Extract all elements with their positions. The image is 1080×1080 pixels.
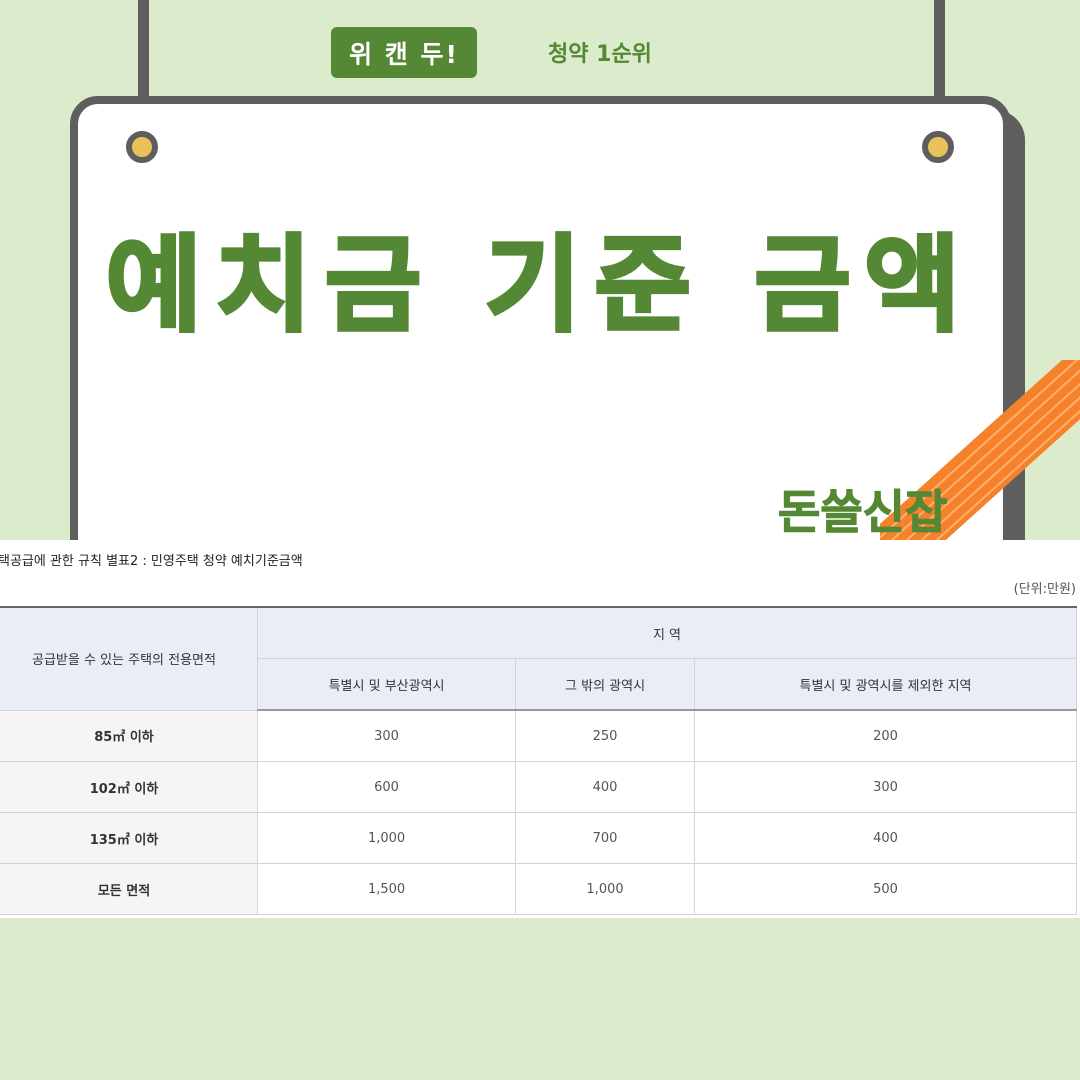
- header-subtitle: 청약 1순위: [548, 42, 652, 67]
- table-cell: 600: [256, 761, 517, 813]
- eyelet-left-icon: [126, 131, 158, 163]
- row-area: 135㎡ 이하: [0, 812, 258, 864]
- table-cell: 700: [515, 812, 695, 864]
- table-cell: 1,000: [515, 863, 695, 915]
- row-area: 102㎡ 이하: [0, 761, 258, 813]
- table-cell: 400: [515, 761, 695, 813]
- table-cell: 250: [515, 709, 695, 762]
- table-row: 85㎡ 이하 300 250 200: [0, 709, 1078, 762]
- table-row: 모든 면적 1,500 1,000 500: [0, 863, 1078, 915]
- table-cell: 400: [693, 812, 1078, 864]
- deposit-table: 공급받을 수 있는 주택의 전용면적 지 역 특별시 및 부산광역시 그 밖의 …: [0, 606, 1078, 915]
- table-cell: 300: [256, 709, 517, 762]
- table-cell: 1,500: [256, 863, 517, 915]
- table-cell: 200: [693, 709, 1078, 762]
- table-panel: 택공급에 관한 규칙 별표2 : 민영주택 청약 예치기준금액 (단위:만원) …: [0, 540, 1080, 918]
- column-header: 그 밖의 광역시: [515, 658, 695, 711]
- table-cell: 300: [693, 761, 1078, 813]
- brand-name: 돈쓸신잡: [777, 485, 948, 540]
- board-title: 예치금 기준 금액: [104, 222, 975, 348]
- table-cell: 500: [693, 863, 1078, 915]
- header-badge: 위 캔 두!: [331, 27, 477, 78]
- column-header: 특별시 및 광역시를 제외한 지역: [693, 658, 1078, 711]
- table-row: 135㎡ 이하 1,000 700 400: [0, 812, 1078, 864]
- area-header: 공급받을 수 있는 주택의 전용면적: [0, 606, 258, 711]
- table-cell: 1,000: [256, 812, 517, 864]
- row-area: 모든 면적: [0, 863, 258, 915]
- eyelet-right-icon: [922, 131, 954, 163]
- row-area: 85㎡ 이하: [0, 709, 258, 762]
- table-unit: (단위:만원): [1013, 582, 1076, 597]
- column-header: 특별시 및 부산광역시: [256, 658, 517, 711]
- table-caption: 택공급에 관한 규칙 별표2 : 민영주택 청약 예치기준금액: [0, 554, 303, 569]
- region-header: 지 역: [257, 606, 1077, 659]
- table-row: 102㎡ 이하 600 400 300: [0, 761, 1078, 813]
